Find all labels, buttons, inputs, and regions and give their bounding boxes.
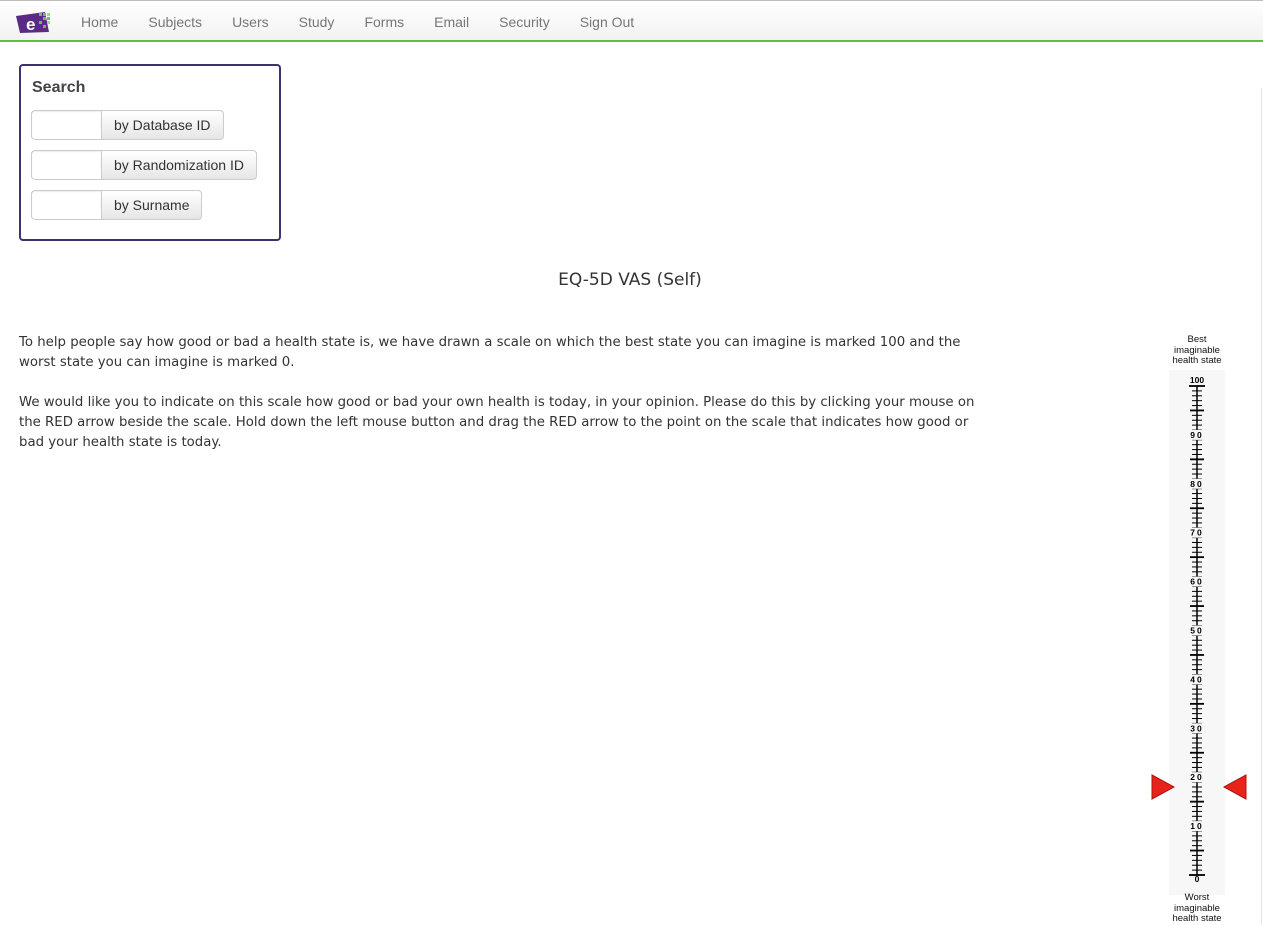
nav-security[interactable]: Security [484, 1, 565, 43]
logo-icon[interactable]: e [15, 10, 51, 34]
vas-tick-label: 70 [1190, 528, 1203, 538]
search-row-surname: by Surname [31, 190, 203, 220]
vas-tick-label: 40 [1190, 674, 1203, 684]
search-panel: Search by Database ID by Randomization I… [19, 64, 281, 241]
nav-sign-out[interactable]: Sign Out [565, 1, 649, 43]
vas-tick-label: 30 [1190, 723, 1203, 733]
vas-bottom-label-line: Worst [1184, 892, 1210, 903]
nav-email[interactable]: Email [419, 1, 484, 43]
vas-scale-widget: Best imaginable health state 100 90 80 70 60… [1140, 330, 1260, 925]
vas-tick-label: 20 [1190, 772, 1203, 782]
vas-tick-label: 60 [1190, 577, 1203, 587]
top-navbar: e Home Subjects Users Study Forms Email … [0, 0, 1263, 42]
nav-subjects[interactable]: Subjects [133, 1, 217, 43]
nav-study[interactable]: Study [284, 1, 350, 43]
main-nav: Home Subjects Users Study Forms Email Se… [66, 1, 649, 43]
search-title: Search [32, 79, 86, 96]
vas-tick-label: 10 [1190, 821, 1203, 831]
page-edge-divider [1261, 88, 1262, 925]
nav-users[interactable]: Users [217, 1, 284, 43]
vas-bottom-label: Worst imaginable health state [1140, 892, 1254, 925]
search-by-database-id-button[interactable]: by Database ID [101, 110, 224, 140]
search-by-surname-button[interactable]: by Surname [101, 190, 203, 220]
instruction-paragraph: To help people say how good or bad a hea… [19, 335, 961, 370]
randomization-id-input[interactable] [31, 150, 101, 180]
vas-bottom-label-line: health state [1172, 913, 1222, 924]
vas-scale: 1009080706050403020100 [1151, 370, 1247, 895]
search-row-randomization-id: by Randomization ID [31, 150, 257, 180]
vas-tick-label: 0 [1195, 874, 1200, 884]
instructions: To help people say how good or bad a hea… [19, 333, 994, 473]
vas-tick-label: 50 [1190, 626, 1203, 636]
vas-tick-label: 80 [1190, 479, 1203, 489]
vas-right-arrow-icon[interactable] [1222, 774, 1247, 800]
nav-home[interactable]: Home [66, 1, 133, 43]
search-row-database-id: by Database ID [31, 110, 224, 140]
search-by-randomization-id-button[interactable]: by Randomization ID [101, 150, 257, 180]
vas-tick-label: 90 [1190, 430, 1203, 440]
nav-forms[interactable]: Forms [349, 1, 419, 43]
instruction-paragraph: We would like you to indicate on this sc… [19, 395, 975, 450]
surname-input[interactable] [31, 190, 101, 220]
database-id-input[interactable] [31, 110, 101, 140]
page-title: EQ-5D VAS (Self) [558, 270, 702, 290]
vas-tick-label: 100 [1190, 375, 1204, 385]
svg-text:e: e [26, 15, 35, 34]
